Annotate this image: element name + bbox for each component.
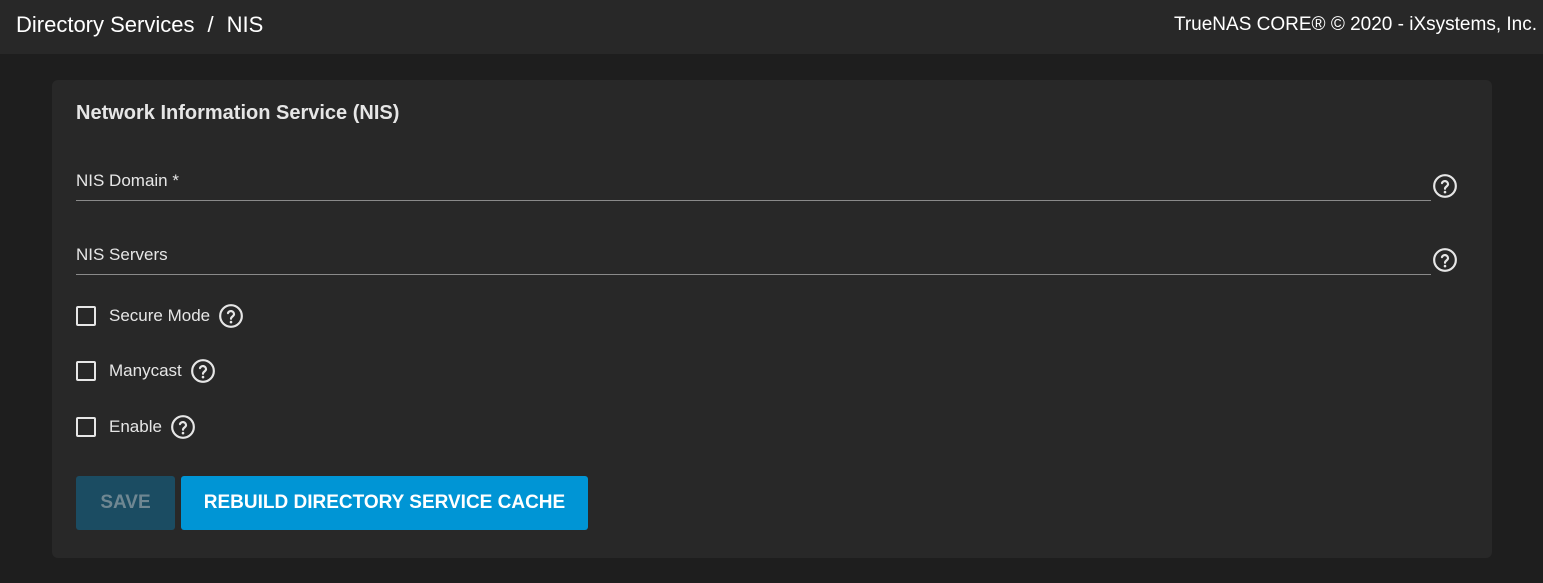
manycast-help-icon[interactable] xyxy=(190,358,216,384)
manycast-label[interactable]: Manycast xyxy=(109,361,182,381)
enable-row: Enable xyxy=(76,414,196,440)
manycast-row: Manycast xyxy=(76,358,216,384)
enable-checkbox[interactable] xyxy=(76,417,96,437)
nis-servers-input[interactable] xyxy=(76,240,1435,276)
nis-domain-help-icon[interactable] xyxy=(1432,173,1458,199)
breadcrumb: Directory Services / NIS xyxy=(16,12,263,38)
enable-help-icon[interactable] xyxy=(170,414,196,440)
breadcrumb-nis: NIS xyxy=(226,12,264,37)
secure-mode-label[interactable]: Secure Mode xyxy=(109,306,210,326)
secure-mode-row: Secure Mode xyxy=(76,303,244,329)
top-bar: Directory Services / NIS TrueNAS CORE® © 2… xyxy=(0,0,1543,54)
breadcrumb-directory-services[interactable]: Directory Services xyxy=(16,12,194,37)
copyright-text: TrueNAS CORE® © 2020 - iXsystems, Inc. xyxy=(1173,14,1537,35)
rebuild-directory-service-cache-button[interactable]: Rebuild Directory Service Cache xyxy=(181,476,588,530)
secure-mode-checkbox[interactable] xyxy=(76,306,96,326)
secure-mode-help-icon[interactable] xyxy=(218,303,244,329)
nis-domain-field[interactable]: NIS Domain * xyxy=(76,166,1435,202)
form-title: Network Information Service (NIS) xyxy=(76,102,400,124)
nis-servers-field[interactable]: NIS Servers xyxy=(76,240,1435,276)
enable-label[interactable]: Enable xyxy=(109,417,162,437)
nis-domain-input[interactable] xyxy=(76,166,1435,202)
nis-servers-help-icon[interactable] xyxy=(1432,247,1458,273)
breadcrumb-separator: / xyxy=(207,12,214,37)
save-button[interactable]: Save xyxy=(76,476,175,530)
manycast-checkbox[interactable] xyxy=(76,361,96,381)
nis-form-card: Network Information Service (NIS) NIS Do… xyxy=(52,80,1492,558)
